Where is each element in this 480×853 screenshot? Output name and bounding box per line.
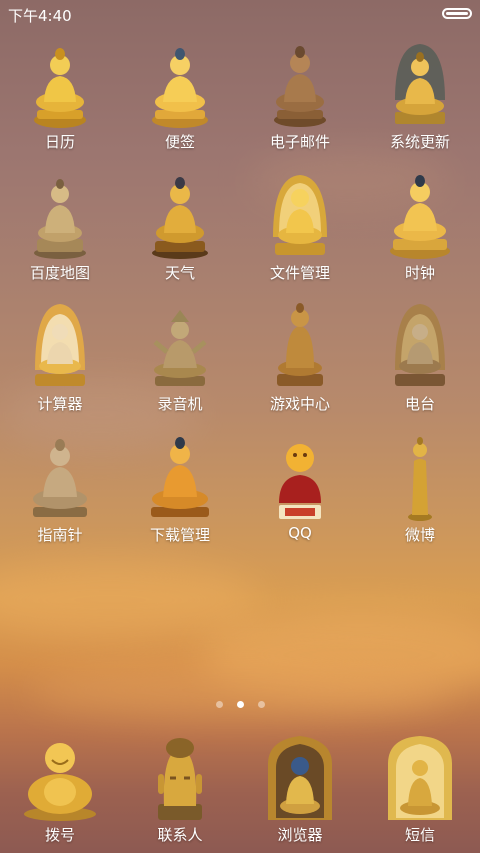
app-radio[interactable]: 电台 [360,298,480,429]
seated-buddha-gold-icon [152,48,208,128]
dock: 拨号 联系人 浏览器 短信 [0,730,480,853]
page-indicator[interactable] [0,701,480,711]
app-file-manager[interactable]: 文件管理 [240,167,360,298]
app-label: 百度地图 [29,264,90,282]
app-label: 下载管理 [149,526,210,544]
dock-dialer[interactable]: 拨号 [0,730,120,853]
app-label: 便签 [164,133,195,151]
app-weather[interactable]: 天气 [120,167,240,298]
app-grid: 日历 便签 电子邮件 系统更新 百度地图 天气 文件管理 时钟 计算器 录音机 … [0,36,480,560]
app-label: 计算器 [37,395,83,413]
app-label: 文件管理 [269,264,330,282]
tara-statue-icon [153,310,207,386]
seated-buddha-bronze-icon [33,439,87,517]
dock-messages[interactable]: 短信 [360,730,480,853]
standing-buddha-icon [408,437,432,521]
buddha-head-icon [158,738,202,820]
app-recorder[interactable]: 录音机 [120,298,240,429]
app-download-manager[interactable]: 下载管理 [120,429,240,560]
dock-browser[interactable]: 浏览器 [240,730,360,853]
app-label: 天气 [164,264,195,282]
dock-contacts[interactable]: 联系人 [120,730,240,853]
app-compass[interactable]: 指南针 [0,429,120,560]
laughing-buddha-icon [24,743,96,821]
app-label: 日历 [44,133,75,151]
app-system-update[interactable]: 系统更新 [360,36,480,167]
dock-label: 联系人 [157,826,203,844]
app-label: 电台 [404,395,435,413]
seated-buddha-gold-icon [152,177,208,259]
app-label: 指南针 [37,526,83,544]
app-clock[interactable]: 时钟 [360,167,480,298]
dock-label: 拨号 [44,826,75,844]
seated-buddha-bronze-icon [274,46,326,127]
seated-buddha-halo-icon [151,437,209,517]
app-label: 电子邮件 [269,133,330,151]
dock-label: 浏览器 [277,826,323,844]
app-game-center[interactable]: 游戏中心 [240,298,360,429]
buddha-shrine-icon [268,736,332,820]
app-label: 时钟 [404,264,435,282]
seated-buddha-halo-icon [35,304,85,386]
app-label: QQ [288,524,312,542]
seated-buddha-bronze-icon [277,303,323,386]
buddha-shrine-gold-icon [388,736,452,820]
app-label: 游戏中心 [269,395,330,413]
app-qq[interactable]: QQ [240,429,360,560]
app-label: 微博 [404,526,435,544]
app-email[interactable]: 电子邮件 [240,36,360,167]
dock-label: 短信 [404,826,435,844]
battery-icon [442,8,472,19]
app-notes[interactable]: 便签 [120,36,240,167]
app-calculator[interactable]: 计算器 [0,298,120,429]
app-label: 系统更新 [389,133,450,151]
seated-buddha-bronze-icon [34,179,86,259]
seated-buddha-gold-icon [390,175,450,259]
page-dot[interactable] [257,701,265,708]
app-label: 录音机 [157,395,203,413]
app-weibo[interactable]: 微博 [360,429,480,560]
status-bar: 下午4:40 [0,0,480,28]
page-dot[interactable] [215,701,223,708]
seated-buddha-halo-icon [273,175,327,255]
page-dot-active[interactable] [236,701,244,708]
seated-buddha-gold-icon [34,48,86,128]
laughing-monk-icon [279,444,321,519]
seated-buddha-halo-icon [395,304,445,386]
app-baidu-map[interactable]: 百度地图 [0,167,120,298]
app-calendar[interactable]: 日历 [0,36,120,167]
clock-text: 下午4:40 [8,7,72,25]
seated-buddha-throne-icon [395,44,445,124]
